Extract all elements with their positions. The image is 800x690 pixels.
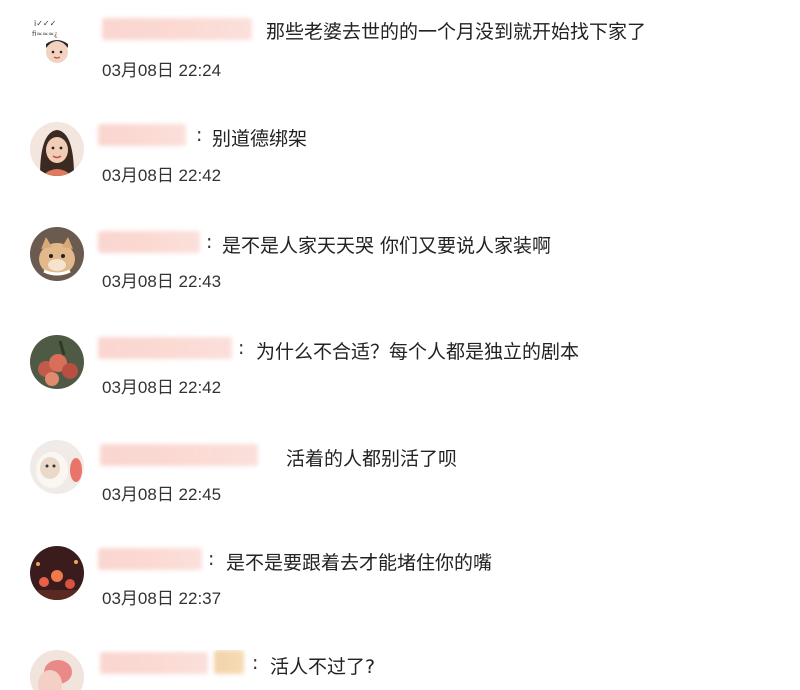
- avatar[interactable]: [30, 335, 84, 389]
- username-emoji-blurred: [214, 650, 244, 674]
- colon-separator: :: [208, 548, 215, 570]
- comment-text: 为什么不合适？每个人都是独立的剧本: [256, 341, 580, 363]
- username-blurred[interactable]: [98, 231, 200, 253]
- comment-timestamp: 03月08日 22:42: [102, 378, 222, 397]
- comment-text: 那些老婆去世的的一个月没到就开始找下家了: [266, 21, 647, 43]
- comment-item: : 是不是要跟着去才能堵住你的嘴 03月08日 22:37: [0, 544, 800, 644]
- username-blurred[interactable]: [98, 548, 202, 570]
- username-blurred[interactable]: [100, 652, 208, 674]
- colon-separator: :: [196, 124, 203, 146]
- comment-timestamp: 03月08日 22:45: [102, 485, 222, 504]
- comment-text: 是不是人家天天哭 你们又要说人家装啊: [222, 235, 552, 257]
- comment-item: : 为什么不合适？每个人都是独立的剧本 03月08日 22:42: [0, 333, 800, 433]
- comment-item: i✓✓✓ ﬁ≈≈≈¿ 那些老婆去世的的一个月没到就开始找下家了 03月08日 2…: [0, 0, 800, 100]
- avatar-icon: [30, 122, 84, 176]
- avatar-icon: [30, 227, 84, 281]
- avatar[interactable]: [30, 650, 84, 690]
- comment-item: : 活人不过了?: [0, 650, 800, 690]
- comment-timestamp: 03月08日 22:43: [102, 272, 222, 291]
- comment-item: 活着的人都别活了呗 03月08日 22:45: [0, 438, 800, 538]
- avatar[interactable]: [30, 227, 84, 281]
- colon-separator: :: [238, 337, 245, 359]
- comment-item: : 是不是人家天天哭 你们又要说人家装啊 03月08日 22:43: [0, 225, 800, 325]
- comment-text: 活人不过了?: [270, 656, 376, 678]
- avatar[interactable]: i✓✓✓ ﬁ≈≈≈¿: [30, 14, 84, 68]
- avatar-icon: i✓✓✓ ﬁ≈≈≈¿: [32, 19, 68, 63]
- username-blurred[interactable]: [98, 337, 232, 359]
- svg-text:ﬁ≈≈≈¿: ﬁ≈≈≈¿: [32, 30, 58, 38]
- avatar[interactable]: [30, 440, 84, 494]
- comment-item: : 别道德绑架 03月08日 22:42: [0, 118, 800, 218]
- comment-text: 别道德绑架: [212, 128, 308, 150]
- avatar-icon: [30, 650, 84, 690]
- avatar-icon: [30, 546, 84, 600]
- svg-text:i✓✓✓: i✓✓✓: [34, 19, 56, 28]
- username-blurred[interactable]: [100, 444, 258, 466]
- avatar-icon: [30, 440, 84, 494]
- username-blurred[interactable]: [98, 124, 186, 146]
- avatar[interactable]: [30, 122, 84, 176]
- avatar[interactable]: [30, 546, 84, 600]
- comment-timestamp: 03月08日 22:24: [102, 61, 222, 80]
- comment-timestamp: 03月08日 22:37: [102, 589, 222, 608]
- comment-text: 活着的人都别活了呗: [286, 448, 458, 470]
- username-blurred[interactable]: [102, 18, 252, 40]
- comment-text: 是不是要跟着去才能堵住你的嘴: [226, 552, 493, 574]
- colon-separator: :: [206, 231, 213, 253]
- comment-timestamp: 03月08日 22:42: [102, 166, 222, 185]
- colon-separator: :: [252, 652, 259, 674]
- avatar-icon: [30, 335, 84, 389]
